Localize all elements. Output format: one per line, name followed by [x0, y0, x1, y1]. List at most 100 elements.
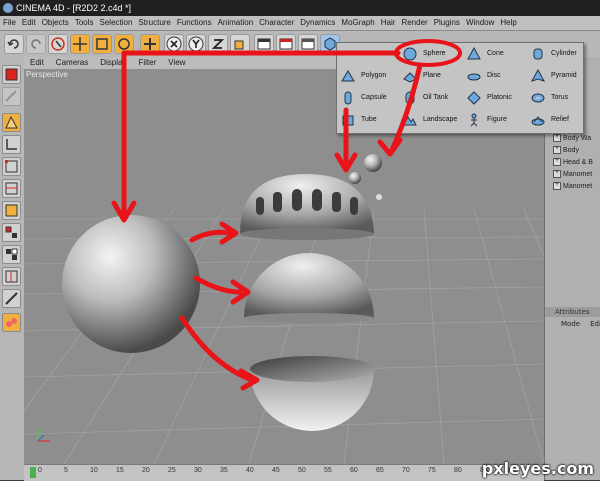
primitive-cylinder-item[interactable]: Cylinder — [527, 44, 591, 64]
primitive-cone-item[interactable]: Cone — [463, 44, 527, 64]
timeline-tick: 40 — [246, 467, 254, 474]
menu-structure[interactable]: Structure — [135, 16, 173, 30]
menu-window[interactable]: Window — [463, 16, 497, 30]
tiny-sphere-object[interactable] — [349, 172, 361, 184]
timeline-tick: 5 — [64, 467, 68, 474]
locked-workplane-icon[interactable] — [2, 289, 21, 308]
primitive-tube-item[interactable]: Tube — [337, 110, 401, 130]
playhead-icon[interactable] — [30, 467, 36, 478]
render-view-icon[interactable] — [254, 34, 274, 54]
timeline-tick: 80 — [454, 467, 462, 474]
watermark: pxleyes.com — [481, 459, 594, 478]
model-mode-icon[interactable] — [2, 113, 21, 132]
menu-plugins[interactable]: Plugins — [431, 16, 463, 30]
snap-icon[interactable] — [2, 267, 21, 286]
rotate-icon[interactable] — [114, 34, 134, 54]
primitive-polygon-item[interactable]: Polygon — [337, 66, 401, 86]
menu-functions[interactable]: Functions — [174, 16, 215, 30]
tube-icon — [342, 115, 354, 126]
expand-icon[interactable]: + — [553, 134, 561, 143]
attributes-edit-menu[interactable]: Edit — [590, 320, 600, 328]
viewport-menu-filter[interactable]: Filter — [132, 57, 162, 69]
render-settings-icon[interactable] — [298, 34, 318, 54]
primitive-landscape-item[interactable]: Landscape — [399, 110, 463, 130]
menu-edit[interactable]: Edit — [19, 16, 39, 30]
viewport-menu-view[interactable]: View — [162, 57, 191, 69]
capsule-icon — [344, 91, 352, 105]
z-axis-icon[interactable] — [208, 34, 228, 54]
dome-object[interactable] — [240, 174, 374, 240]
attributes-mode-menu[interactable]: Mode — [561, 320, 580, 328]
polygons-mode-icon[interactable] — [2, 201, 21, 220]
expand-icon[interactable]: + — [553, 182, 561, 191]
move-icon[interactable] — [70, 34, 90, 54]
primitive-sphere-item[interactable]: Sphere — [399, 44, 463, 64]
render-picture-viewer-icon[interactable] — [276, 34, 296, 54]
viewport-menu-display[interactable]: Display — [94, 57, 132, 69]
viewport-label: Perspective — [26, 70, 68, 79]
expand-icon[interactable]: + — [553, 146, 561, 155]
object-row[interactable]: + Head & B — [553, 157, 593, 168]
primitive-relief-item[interactable]: Relief — [527, 110, 591, 130]
torus-icon — [531, 93, 545, 103]
sculpt-icon[interactable] — [2, 313, 21, 332]
menu-help[interactable]: Help — [497, 16, 519, 30]
primitive-disc-item[interactable]: Disc — [463, 66, 527, 86]
primitive-figure-item[interactable]: Figure — [463, 110, 527, 130]
y-axis-icon[interactable] — [186, 34, 206, 54]
coordinate-system-icon[interactable] — [230, 34, 250, 54]
recent-tools-icon[interactable] — [140, 34, 160, 54]
viewport-menu-cameras[interactable]: Cameras — [50, 57, 94, 69]
menu-selection[interactable]: Selection — [97, 16, 136, 30]
attributes-menu: Mode Edit — [545, 318, 600, 330]
pyramid-icon — [531, 69, 545, 82]
viewport-menu-edit[interactable]: Edit — [24, 57, 50, 69]
object-row[interactable]: + Manomet — [553, 181, 592, 192]
primitive-platonic-item[interactable]: Platonic — [463, 88, 527, 108]
menu-tools[interactable]: Tools — [72, 16, 97, 30]
points-mode-icon[interactable] — [2, 157, 21, 176]
timeline[interactable]: 0 5 10 15 20 25 30 35 40 45 50 55 60 65 … — [24, 464, 544, 481]
primitive-oil-tank-item[interactable]: Oil Tank — [399, 88, 463, 108]
menu-objects[interactable]: Objects — [39, 16, 72, 30]
object-row[interactable]: + Manomet — [553, 169, 592, 180]
primitive-torus-item[interactable]: Torus — [527, 88, 591, 108]
menu-character[interactable]: Character — [256, 16, 297, 30]
tweak-mode-icon[interactable] — [2, 223, 21, 242]
axis-gizmo-icon — [37, 429, 50, 442]
expand-icon[interactable]: + — [553, 170, 561, 179]
menu-render[interactable]: Render — [398, 16, 430, 30]
disc-icon — [467, 73, 481, 81]
primitive-plane-item[interactable]: Plane — [399, 66, 463, 86]
menu-animation[interactable]: Animation — [215, 16, 257, 30]
texture-mode-icon[interactable] — [2, 87, 21, 106]
object-row[interactable]: + Body Wa — [553, 133, 591, 144]
scale-icon[interactable] — [92, 34, 112, 54]
undo-icon[interactable] — [4, 34, 24, 54]
primitive-pyramid-item[interactable]: Pyramid — [527, 66, 591, 86]
half-sphere-object[interactable] — [244, 253, 374, 323]
object-row[interactable]: + Body — [553, 145, 579, 156]
menu-mograph[interactable]: MoGraph — [338, 16, 377, 30]
live-selection-icon[interactable] — [48, 34, 68, 54]
workplane-icon[interactable] — [2, 245, 21, 264]
small-sphere-object[interactable] — [364, 154, 382, 172]
timeline-tick: 20 — [142, 467, 150, 474]
bowl-object[interactable] — [250, 356, 374, 431]
primitive-capsule-item[interactable]: Capsule — [337, 88, 401, 108]
micro-sphere-object[interactable] — [376, 194, 382, 200]
object-axis-icon[interactable] — [2, 135, 21, 154]
attributes-header: Attributes — [545, 307, 600, 317]
menu-file[interactable]: File — [0, 16, 19, 30]
expand-icon[interactable]: + — [553, 158, 561, 167]
use-camera-icon[interactable] — [2, 65, 21, 84]
timeline-tick: 25 — [168, 467, 176, 474]
plane-icon — [403, 72, 417, 83]
redo-icon[interactable] — [26, 34, 46, 54]
menu-hair[interactable]: Hair — [378, 16, 399, 30]
platonic-icon — [467, 91, 481, 105]
x-axis-icon[interactable] — [164, 34, 184, 54]
menu-dynamics[interactable]: Dynamics — [297, 16, 338, 30]
edges-mode-icon[interactable] — [2, 179, 21, 198]
sphere-object[interactable] — [62, 215, 200, 353]
